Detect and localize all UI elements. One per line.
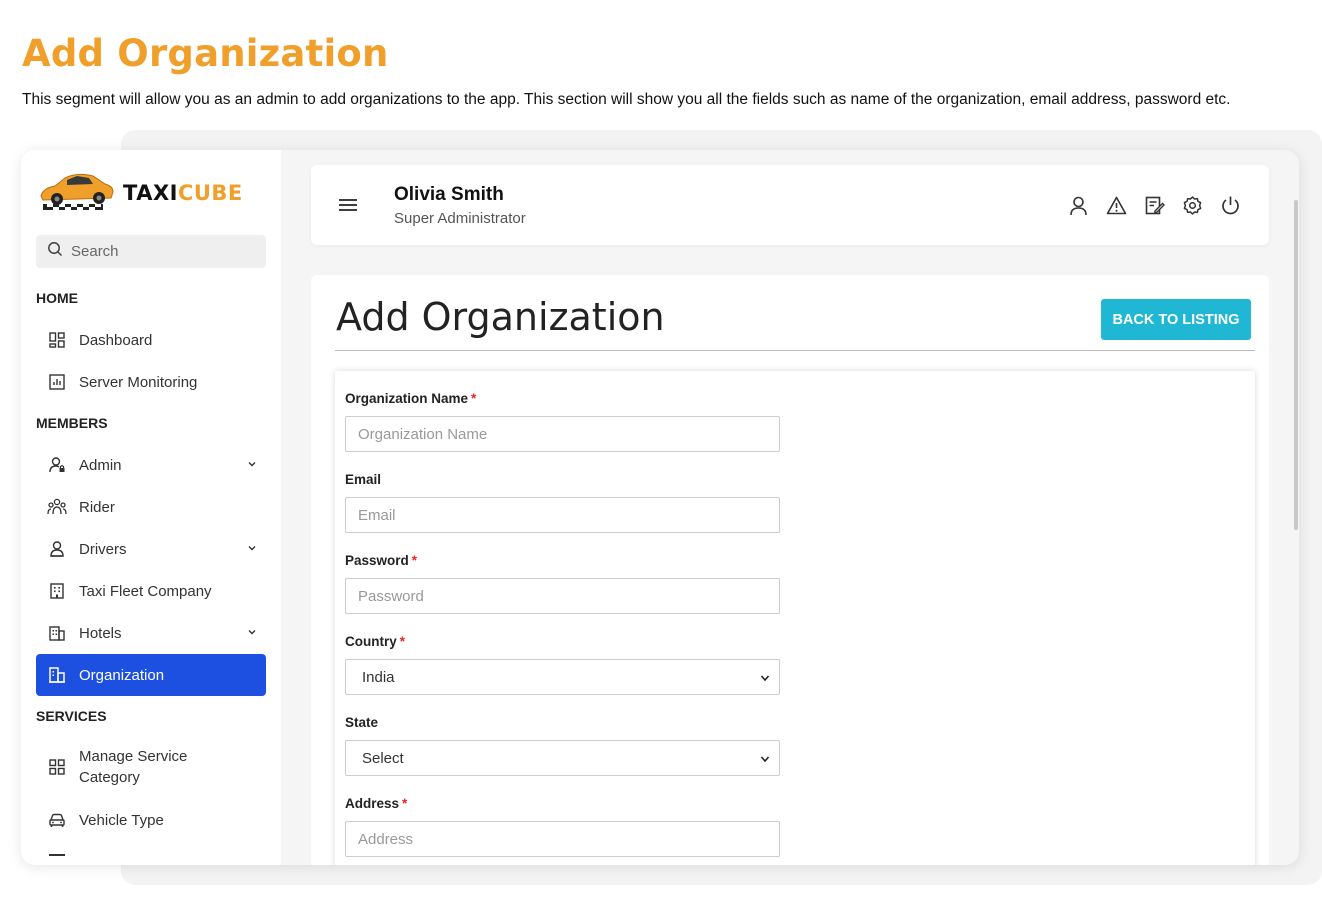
sidebar-item-manage-service-category[interactable]: Manage Service Category	[36, 742, 266, 792]
main-content: Add Organization BACK TO LISTING Organiz…	[311, 275, 1269, 865]
country-select-value: India	[362, 668, 395, 686]
address-label-text: Address	[345, 796, 400, 811]
sidebar-item-label: Hotels	[79, 624, 122, 642]
sidebar-item-label: Dashboard	[79, 331, 153, 349]
hotel-icon	[47, 623, 67, 643]
sidebar-item-taxi-fleet-company[interactable]: Taxi Fleet Company	[36, 570, 266, 612]
required-marker: *	[399, 634, 406, 649]
driver-icon	[47, 539, 67, 559]
email-field[interactable]	[345, 497, 780, 533]
organization-icon	[47, 665, 67, 685]
state-select[interactable]: Select	[345, 740, 780, 776]
settings-icon[interactable]	[1182, 195, 1203, 216]
rider-icon	[47, 497, 67, 517]
chevron-down-icon	[759, 752, 771, 769]
logo-text-cube: CUBE	[177, 180, 243, 205]
chart-icon	[47, 372, 67, 392]
doc-title: Add Organization	[22, 32, 389, 75]
country-select[interactable]: India	[345, 659, 780, 695]
sidebar: TAXICUBE Search HOME Dashboard Server Mo…	[21, 150, 281, 865]
state-label: State	[345, 715, 379, 730]
org-name-label-text: Organization Name	[345, 391, 469, 406]
sidebar-item-label: Admin	[79, 456, 122, 474]
sidebar-item-hotels[interactable]: Hotels	[36, 612, 266, 654]
chevron-down-icon	[759, 671, 771, 688]
country-label: Country *	[345, 634, 405, 649]
organization-form: Organization Name* Email Password* Count…	[335, 371, 1255, 865]
email-label: Email	[345, 472, 382, 487]
search-placeholder: Search	[71, 243, 119, 260]
sidebar-item-label: Vehicle Type	[79, 811, 164, 829]
address-field[interactable]	[345, 821, 780, 857]
country-label-text: Country	[345, 634, 397, 649]
edit-icon[interactable]	[1144, 195, 1165, 216]
back-to-listing-button[interactable]: BACK TO LISTING	[1101, 299, 1251, 340]
building-icon	[47, 581, 67, 601]
required-marker: *	[471, 391, 477, 406]
search-icon	[47, 241, 63, 262]
sidebar-item-label: Organization	[79, 666, 165, 684]
org-name-input[interactable]	[345, 416, 780, 452]
sidebar-item-vehicle-type[interactable]: Vehicle Type	[36, 799, 266, 841]
sidebar-item-organization[interactable]: Organization	[36, 654, 266, 696]
search-input[interactable]: Search	[36, 235, 266, 268]
sidebar-item-admin[interactable]: Admin	[36, 444, 266, 486]
dashboard-icon	[47, 330, 67, 350]
user-name: Olivia Smith	[394, 184, 504, 205]
next-item-partial	[49, 854, 65, 856]
logo-text-taxi: TAXI	[123, 180, 178, 205]
chevron-down-icon	[246, 625, 258, 642]
menu-icon[interactable]	[339, 198, 357, 217]
chevron-down-icon	[246, 541, 258, 558]
sidebar-item-label: Server Monitoring	[79, 373, 198, 391]
sidebar-item-server-monitoring[interactable]: Server Monitoring	[36, 361, 266, 403]
car-icon	[47, 810, 67, 830]
section-home: HOME	[36, 290, 78, 306]
password-field[interactable]	[345, 578, 780, 614]
app-window: TAXICUBE Search HOME Dashboard Server Mo…	[21, 150, 1299, 865]
user-role: Super Administrator	[394, 210, 526, 227]
logo[interactable]: TAXICUBE	[37, 168, 243, 217]
sidebar-item-label: Manage Service Category	[79, 748, 188, 786]
chevron-down-icon	[246, 457, 258, 474]
sidebar-item-rider[interactable]: Rider	[36, 486, 266, 528]
state-select-value: Select	[362, 749, 404, 767]
password-label-text: Password	[345, 553, 409, 568]
top-bar: Olivia Smith Super Administrator	[311, 165, 1269, 245]
required-marker: *	[411, 553, 418, 568]
user-icon[interactable]	[1068, 195, 1089, 216]
alert-icon[interactable]	[1106, 195, 1127, 216]
scrollbar[interactable]	[1294, 200, 1298, 530]
section-members: MEMBERS	[36, 415, 108, 431]
required-marker: *	[402, 796, 408, 811]
address-label: Address *	[345, 796, 407, 811]
sidebar-item-label: Rider	[79, 498, 115, 516]
sidebar-item-label: Taxi Fleet Company	[79, 582, 212, 600]
section-services: SERVICES	[36, 708, 107, 724]
org-name-label: Organization Name *	[345, 391, 476, 406]
doc-description: This segment will allow you as an admin …	[22, 91, 1231, 108]
sidebar-item-drivers[interactable]: Drivers	[36, 528, 266, 570]
grid-icon	[47, 757, 67, 777]
sidebar-item-label: Drivers	[79, 540, 127, 558]
page-title: Add Organization	[336, 295, 665, 339]
divider	[335, 350, 1255, 351]
password-label: Password *	[345, 553, 417, 568]
power-icon[interactable]	[1220, 195, 1241, 216]
admin-icon	[47, 455, 67, 475]
taxi-car-logo-icon	[37, 168, 115, 217]
sidebar-item-dashboard[interactable]: Dashboard	[36, 319, 266, 361]
